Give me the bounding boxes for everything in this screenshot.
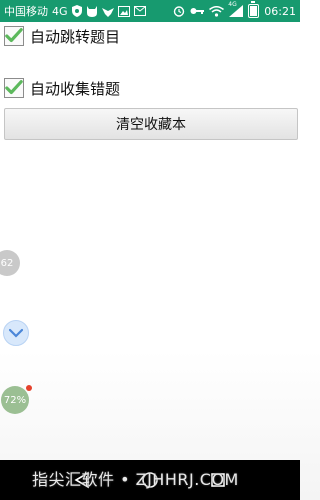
auto-jump-checkbox[interactable]: [4, 26, 24, 46]
network-type: 4G: [52, 4, 68, 18]
key-icon: [190, 7, 205, 15]
bird-icon: [101, 6, 114, 17]
status-bar: 中国移动 4G 4G 06:21: [0, 0, 300, 22]
shield-icon: [71, 5, 82, 17]
status-right: 4G 06:21: [173, 1, 296, 18]
carrier-label: 中国移动: [4, 5, 48, 18]
notification-dot: [26, 385, 32, 391]
signal-icon: 4G: [228, 1, 244, 17]
battery-icon: [248, 1, 260, 18]
clear-favorites-button[interactable]: 清空收藏本: [4, 108, 298, 140]
auto-collect-checkbox[interactable]: [4, 78, 24, 98]
watermark-text: 指尖汇软件 • ZJHHRJ.COM: [32, 470, 239, 489]
floating-memory-button[interactable]: 72%: [1, 386, 29, 414]
auto-jump-label: 自动跳转题目: [30, 27, 121, 46]
floating-memory-text: 72%: [3, 394, 27, 406]
image-icon: [117, 5, 130, 17]
chevron-down-icon: [9, 328, 23, 338]
network-small-label: 4G: [228, 1, 237, 8]
mail-icon: [133, 6, 146, 16]
floating-badge-text: 62: [0, 257, 14, 269]
cat-icon: [86, 5, 98, 17]
status-left: 中国移动 4G: [4, 3, 146, 19]
auto-jump-setting[interactable]: 自动跳转题目: [4, 23, 300, 49]
floating-down-button[interactable]: [3, 320, 29, 346]
alarm-icon: [173, 5, 185, 17]
wifi-icon: [209, 5, 225, 17]
checkmark-icon: [5, 28, 23, 43]
clock: 06:21: [264, 4, 296, 18]
auto-collect-setting[interactable]: 自动收集错题: [4, 75, 300, 101]
floating-badge-button[interactable]: 62: [0, 250, 20, 276]
checkmark-icon: [5, 80, 23, 95]
auto-collect-label: 自动收集错题: [30, 79, 121, 98]
